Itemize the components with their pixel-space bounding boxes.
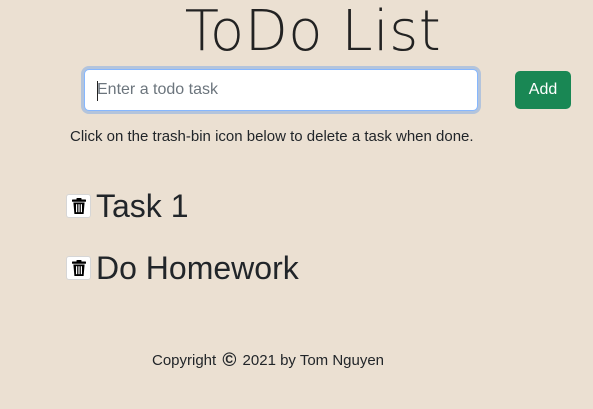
delete-task-button[interactable]	[66, 256, 91, 280]
footer-copyright-text: 2021 by Tom Nguyen	[242, 352, 385, 369]
todo-text: Task 1	[96, 188, 189, 224]
text-caret	[97, 81, 98, 101]
instruction-text: Click on the trash-bin icon below to del…	[70, 128, 474, 145]
footer: Copyright © 2021 by Tom Nguyen	[152, 350, 384, 372]
todo-list: Task 1 Do Homework	[66, 186, 299, 310]
delete-task-button[interactable]	[66, 194, 91, 218]
todo-text: Do Homework	[96, 250, 299, 286]
todo-input[interactable]	[85, 70, 477, 110]
copyright-icon: ©	[222, 350, 237, 371]
trash-icon	[71, 198, 86, 214]
page-title: ToDo List	[184, 0, 442, 64]
trash-icon	[71, 260, 86, 276]
add-button[interactable]: Add	[515, 71, 571, 109]
todo-input-wrapper[interactable]	[84, 69, 478, 111]
todo-item: Task 1	[66, 186, 299, 226]
footer-copyright-label: Copyright	[152, 352, 217, 369]
todo-item: Do Homework	[66, 248, 299, 288]
